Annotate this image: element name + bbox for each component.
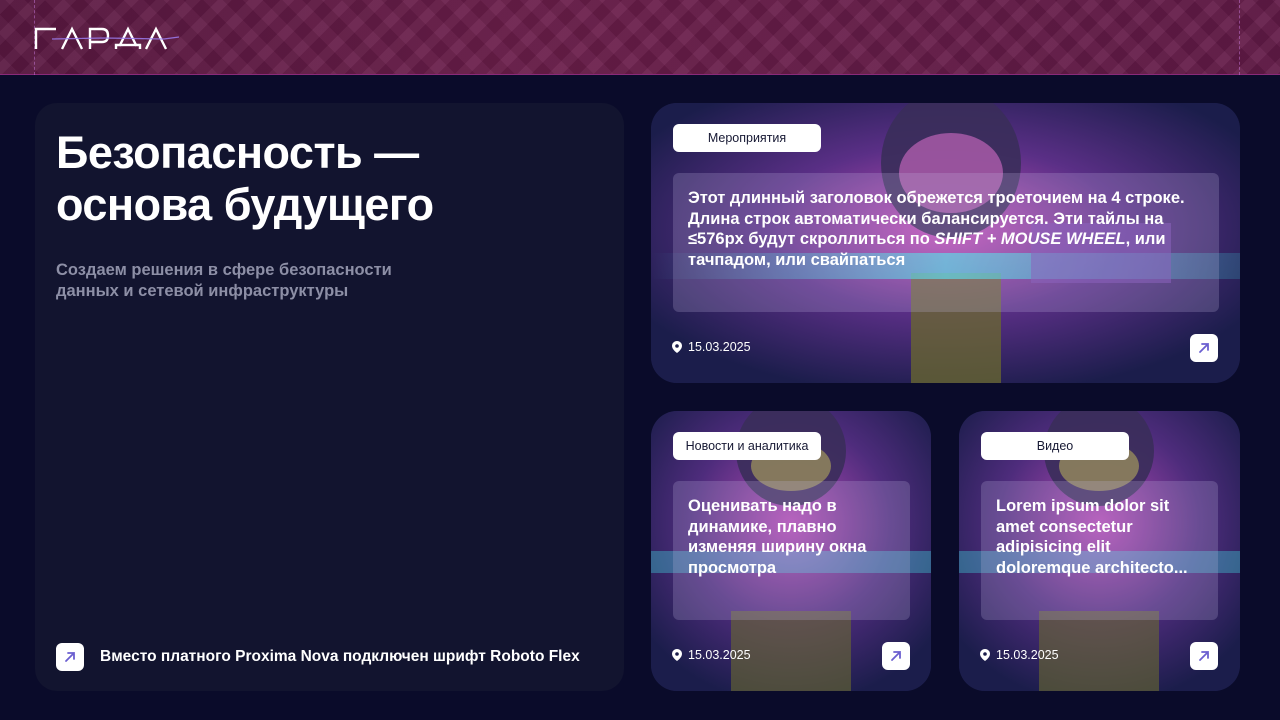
card-date: 15.03.2025 [672,648,751,662]
hero-footer-link[interactable]: Вместо платного Proxima Nova подключен ш… [56,643,580,671]
location-pin-icon [980,649,990,661]
hero-title: Безопасность — основа будущего [56,127,434,230]
card-title: Этот длинный заголовок обрежется троеточ… [688,188,1205,270]
tag-video[interactable]: Видео [981,432,1129,460]
arrow-up-right-icon [1199,343,1209,353]
hero-subtitle: Создаем решения в сфере безопасности дан… [56,261,392,300]
site-header [0,0,1280,75]
hero-footer-text: Вместо платного Proxima Nova подключен ш… [100,648,580,665]
tag-label: Видео [1036,439,1074,453]
arrow-up-right-icon [891,651,901,661]
garda-logo[interactable] [34,25,180,51]
tag-label: Новости и аналитика [685,439,809,453]
header-frame [34,0,1240,75]
card-title: Lorem ipsum dolor sit amet consectetur a… [996,497,1188,577]
card-title-box: Lorem ipsum dolor sit amet consectetur a… [981,481,1218,620]
card-title: Оценивать надо в динамике, плавно изменя… [688,497,867,577]
card-title-box: Этот длинный заголовок обрежется троеточ… [673,173,1219,312]
card-date: 15.03.2025 [672,340,751,354]
tag-label: Мероприятия [707,131,787,145]
card-title-italic: SHIFT + MOUSE WHEEL [934,230,1126,248]
card-date-text: 15.03.2025 [688,648,751,662]
card-news[interactable]: Новости и аналитика Оценивать надо в дин… [651,411,931,691]
card-date: 15.03.2025 [980,648,1059,662]
hero-panel: Безопасность — основа будущего Создаем р… [35,103,624,691]
card-events[interactable]: Мероприятия Этот длинный заголовок обреж… [651,103,1240,383]
card-video[interactable]: Видео Lorem ipsum dolor sit amet consect… [959,411,1240,691]
arrow-up-right-icon [65,652,75,662]
tag-events[interactable]: Мероприятия [673,124,821,152]
tag-news[interactable]: Новости и аналитика [673,432,821,460]
card-arrow-button[interactable] [1190,642,1218,670]
hero-arrow-button[interactable] [56,643,84,671]
arrow-up-right-icon [1199,651,1209,661]
card-title-box: Оценивать надо в динамике, плавно изменя… [673,481,910,620]
card-date-text: 15.03.2025 [688,340,751,354]
location-pin-icon [672,649,682,661]
card-arrow-button[interactable] [882,642,910,670]
logo-wordmark-icon [34,26,180,50]
card-arrow-button[interactable] [1190,334,1218,362]
location-pin-icon [672,341,682,353]
card-date-text: 15.03.2025 [996,648,1059,662]
